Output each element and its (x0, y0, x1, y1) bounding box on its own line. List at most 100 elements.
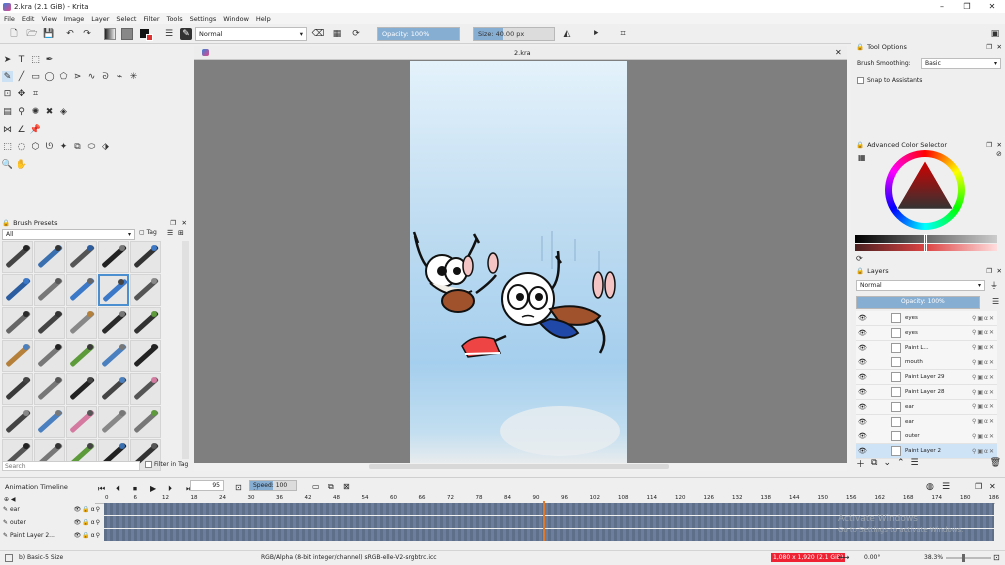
visibility-eye-icon[interactable]: 👁 (858, 314, 867, 322)
zoom-tool-icon[interactable]: 🔍 (2, 159, 13, 170)
layer-name[interactable]: eyes (905, 330, 972, 336)
multibrush-icon[interactable]: ✳ (128, 71, 139, 82)
layer-flags-icon[interactable]: ⚲▣α✕ (972, 433, 995, 440)
rectangle-tool-icon[interactable]: ▭ (30, 71, 41, 82)
prev-frame-icon[interactable]: ⏴ (116, 484, 120, 494)
float-panel-icon[interactable]: ❐ (986, 267, 992, 275)
layer-properties-icon[interactable]: ☰ (911, 458, 919, 468)
rotate-icon[interactable]: ⟷ (838, 553, 849, 562)
menu-file[interactable]: File (4, 15, 15, 23)
edit-shapes-icon[interactable]: ⬚ (30, 54, 41, 65)
snap-to-assistants-checkbox[interactable]: Snap to Assistants (857, 77, 922, 84)
similar-select-icon[interactable]: ⧉ (72, 141, 83, 152)
float-panel-icon[interactable]: ❐ (986, 43, 992, 51)
reference-tool-icon[interactable]: 📌 (30, 124, 41, 135)
contiguous-select-icon[interactable]: ✦ (58, 141, 69, 152)
layer-row[interactable]: 👁 outer ⚲▣α✕ (856, 429, 997, 445)
eraser-mode-icon[interactable]: ⌫ (312, 28, 325, 40)
assistant-tool-icon[interactable]: ⋈ (2, 124, 13, 135)
layer-flags-icon[interactable]: ⚲▣α✕ (972, 344, 995, 351)
brush-preset-item[interactable] (66, 307, 97, 339)
rect-select-icon[interactable]: ⬚ (2, 141, 13, 152)
brush-preset-icon[interactable]: ✎ (180, 28, 192, 40)
layer-name[interactable]: Paint Layer 2 (905, 448, 972, 454)
calligraphy-icon[interactable]: ✒ (44, 54, 55, 65)
layer-name[interactable]: eyes (905, 315, 972, 321)
timeline-track-header[interactable]: ✎ outer 👁🔒α⚲ (3, 516, 101, 528)
layer-flags-icon[interactable]: ⚲▣α✕ (972, 359, 995, 366)
brush-preset-item[interactable] (34, 241, 65, 273)
measure-tool-icon[interactable]: ∠ (16, 124, 27, 135)
auto-keyframe-icon[interactable]: ⧉ (328, 482, 334, 492)
fill-tool-icon[interactable]: ◈ (58, 106, 69, 117)
add-layer-icon[interactable]: ＋ (856, 457, 865, 470)
brush-grid-scrollbar[interactable] (182, 241, 189, 459)
background-color-icon[interactable] (146, 34, 153, 41)
brush-preset-item[interactable] (98, 373, 129, 405)
visibility-eye-icon[interactable]: 👁 (858, 344, 867, 352)
float-panel-icon[interactable]: ❐ (975, 482, 982, 491)
blend-mode-select[interactable]: Normal ▾ (195, 27, 307, 41)
ellipse-tool-icon[interactable]: ◯ (44, 71, 55, 82)
tag-button[interactable]: ▢ Tag (139, 229, 157, 236)
opacity-slider[interactable]: Opacity: 100% (377, 27, 460, 41)
brush-preset-item[interactable] (2, 241, 33, 273)
text-tool-icon[interactable]: T (16, 54, 27, 65)
menu-filter[interactable]: Filter (143, 15, 159, 23)
timeline-menu-icon[interactable]: ☰ (942, 482, 950, 492)
reload-preset-icon[interactable]: ⟳ (350, 28, 362, 40)
timeline-track-header[interactable]: ✎ Paint Layer 2... 👁🔒α⚲ (3, 529, 101, 541)
visibility-eye-icon[interactable]: 👁 (858, 418, 867, 426)
close-document-icon[interactable]: ✕ (835, 48, 842, 57)
magnetic-select-icon[interactable]: ⬗ (100, 141, 111, 152)
add-track-icon[interactable]: ⊕ ◀ (4, 496, 16, 503)
menu-help[interactable]: Help (256, 15, 271, 23)
brush-preset-item[interactable] (98, 274, 129, 306)
timeline-settings-icon[interactable]: ⊠ (343, 482, 350, 491)
brush-preset-item[interactable] (2, 307, 33, 339)
brush-preset-item[interactable] (2, 340, 33, 372)
preset-search-input[interactable] (2, 461, 140, 471)
layer-row[interactable]: 👁 ear ⚲▣α✕ (856, 414, 997, 430)
new-document-icon[interactable]: 🗋 (8, 28, 20, 40)
layer-row[interactable]: 👁 Paint L... ⚲▣α✕ (856, 340, 997, 356)
menu-settings[interactable]: Settings (190, 15, 217, 23)
current-frame-input[interactable]: 95 (190, 480, 224, 491)
canvas-horizontal-scrollbar[interactable] (194, 463, 847, 471)
next-frame-icon[interactable]: ⏵ (168, 484, 172, 494)
minimize-button[interactable]: – (930, 0, 954, 13)
menu-layer[interactable]: Layer (91, 15, 109, 23)
menu-image[interactable]: Image (64, 15, 84, 23)
visibility-eye-icon[interactable]: 👁 (858, 447, 867, 455)
line-tool-icon[interactable]: ╱ (16, 71, 27, 82)
reset-color-icon[interactable]: ⊘ (996, 150, 1002, 158)
bezier-tool-icon[interactable]: ∿ (86, 71, 97, 82)
brush-preset-item[interactable] (66, 274, 97, 306)
brush-preset-item[interactable] (98, 340, 129, 372)
bezier-select-icon[interactable]: ⬭ (86, 141, 97, 152)
menu-view[interactable]: View (41, 15, 56, 23)
menu-tools[interactable]: Tools (167, 15, 183, 23)
brush-preset-item[interactable] (130, 406, 161, 438)
lock-icon[interactable]: 🔒 (856, 43, 864, 51)
visibility-eye-icon[interactable]: 👁 (858, 388, 867, 396)
save-document-icon[interactable]: 💾 (43, 28, 55, 40)
preset-filter-select[interactable]: All ▾ (2, 229, 135, 240)
brush-preset-item[interactable] (130, 241, 161, 273)
polygon-tool-icon[interactable]: ⬠ (58, 71, 69, 82)
layer-blend-select[interactable]: Normal ▾ (856, 280, 985, 291)
float-panel-icon[interactable]: ❐ (986, 141, 992, 149)
speed-slider[interactable]: Speed: 100 % (249, 480, 297, 491)
freehand-path-icon[interactable]: ᘐ (100, 71, 111, 82)
timeline-track-header[interactable]: ✎ ear 👁🔒α⚲ (3, 503, 101, 515)
brush-preset-item[interactable] (130, 274, 161, 306)
status-zoom[interactable]: 38.3% (924, 554, 943, 561)
layer-name[interactable]: mouth (905, 359, 972, 365)
layer-row[interactable]: 👁 Paint Layer 28 ⚲▣α✕ (856, 385, 997, 400)
layer-flags-icon[interactable]: ⚲▣α✕ (972, 374, 995, 381)
visibility-eye-icon[interactable]: 👁 (858, 329, 867, 337)
lock-icon[interactable]: 🔒 (856, 267, 864, 275)
layer-flags-icon[interactable]: ⚲▣α✕ (972, 315, 995, 322)
brush-preset-item[interactable] (66, 241, 97, 273)
layer-name[interactable]: Paint Layer 29 (905, 374, 972, 380)
